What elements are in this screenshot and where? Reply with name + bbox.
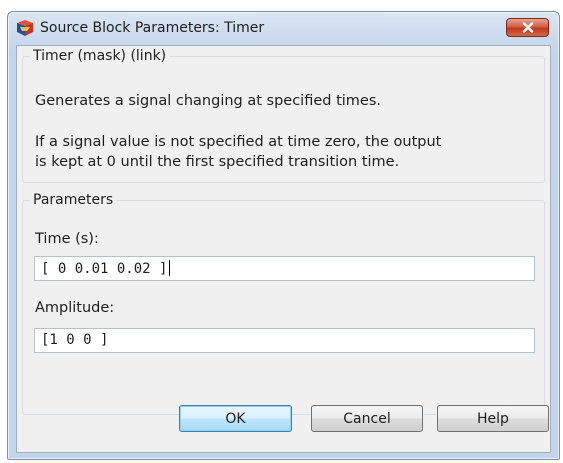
ok-button-label: OK: [225, 410, 246, 427]
amplitude-input-value: [1 0 0 ]: [41, 332, 109, 348]
close-button[interactable]: [506, 18, 549, 37]
cancel-button[interactable]: Cancel: [311, 405, 423, 432]
parameters-heading: Parameters: [33, 192, 114, 208]
close-icon: [522, 22, 534, 33]
description-heading: Timer (mask) (link): [33, 48, 167, 64]
description-line-3: is kept at 0 until the first specified t…: [35, 154, 400, 170]
simulink-icon: [16, 19, 34, 37]
amplitude-input[interactable]: [1 0 0 ]: [34, 328, 535, 353]
description-line-2: If a signal value is not specified at ti…: [35, 134, 442, 150]
time-input-value: [ 0 0.01 0.02 ]: [41, 261, 168, 277]
dialog-client-area: Timer (mask) (link) Generates a signal c…: [16, 45, 551, 453]
time-label: Time (s):: [35, 231, 99, 247]
text-caret: [169, 260, 171, 276]
window-title: Source Block Parameters: Timer: [40, 20, 265, 36]
title-bar[interactable]: Source Block Parameters: Timer: [8, 12, 559, 46]
amplitude-label: Amplitude:: [35, 300, 115, 316]
description-line-1: Generates a signal changing at specified…: [35, 93, 382, 109]
cancel-button-label: Cancel: [343, 410, 391, 427]
ok-button[interactable]: OK: [179, 405, 292, 432]
dialog-window: Source Block Parameters: Timer Timer (ma…: [7, 11, 560, 460]
help-button[interactable]: Help: [437, 405, 549, 432]
help-button-label: Help: [477, 410, 509, 427]
time-input[interactable]: [ 0 0.01 0.02 ]: [34, 256, 535, 281]
